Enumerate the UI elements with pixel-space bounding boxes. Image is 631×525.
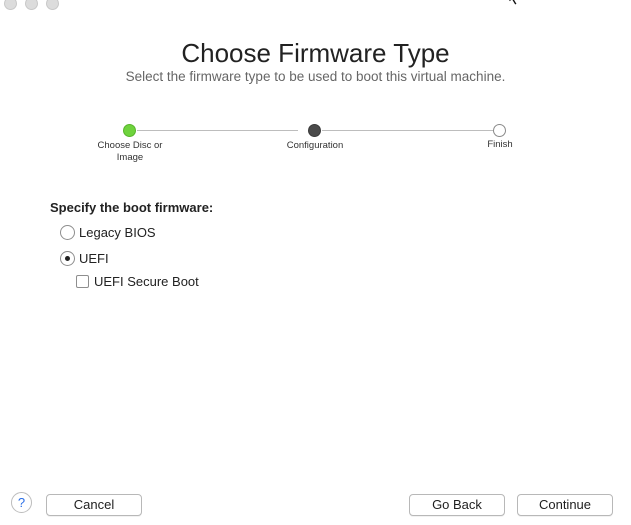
page-title: Choose Firmware Type	[181, 38, 450, 68]
step-label-choose-disc: Choose Disc or Image	[97, 140, 163, 163]
step-done-indicator	[123, 124, 136, 137]
uefi-option[interactable]: UEFI	[60, 251, 109, 266]
close-window-button[interactable]	[4, 0, 17, 10]
step-connector	[322, 130, 493, 131]
step-label-finish: Finish	[487, 139, 513, 150]
legacy-bios-radio[interactable]	[60, 225, 75, 240]
uefi-label: UEFI	[79, 251, 109, 266]
uefi-secure-boot-label: UEFI Secure Boot	[94, 274, 199, 289]
boot-firmware-label: Specify the boot firmware:	[50, 200, 214, 215]
legacy-bios-label: Legacy BIOS	[79, 225, 156, 240]
legacy-bios-option[interactable]: Legacy BIOS	[60, 225, 156, 240]
go-back-button[interactable]: Go Back	[409, 494, 505, 516]
zoom-window-button[interactable]	[46, 0, 59, 10]
page-subtitle: Select the firmware type to be used to b…	[125, 69, 506, 84]
uefi-secure-boot-option[interactable]: UEFI Secure Boot	[76, 274, 199, 289]
step-connector	[137, 130, 298, 131]
mouse-cursor-icon	[508, 0, 518, 6]
continue-button[interactable]: Continue	[517, 494, 613, 516]
step-pending-indicator	[493, 124, 506, 137]
minimize-window-button[interactable]	[25, 0, 38, 10]
step-label-configuration: Configuration	[286, 140, 344, 151]
uefi-radio[interactable]	[60, 251, 75, 266]
progress-steps: Choose Disc or Image Configuration Finis…	[0, 120, 631, 170]
cancel-button[interactable]: Cancel	[46, 494, 142, 516]
help-button[interactable]: ?	[11, 492, 32, 513]
window-controls	[4, 0, 59, 10]
uefi-secure-boot-checkbox[interactable]	[76, 275, 89, 288]
step-current-indicator	[308, 124, 321, 137]
